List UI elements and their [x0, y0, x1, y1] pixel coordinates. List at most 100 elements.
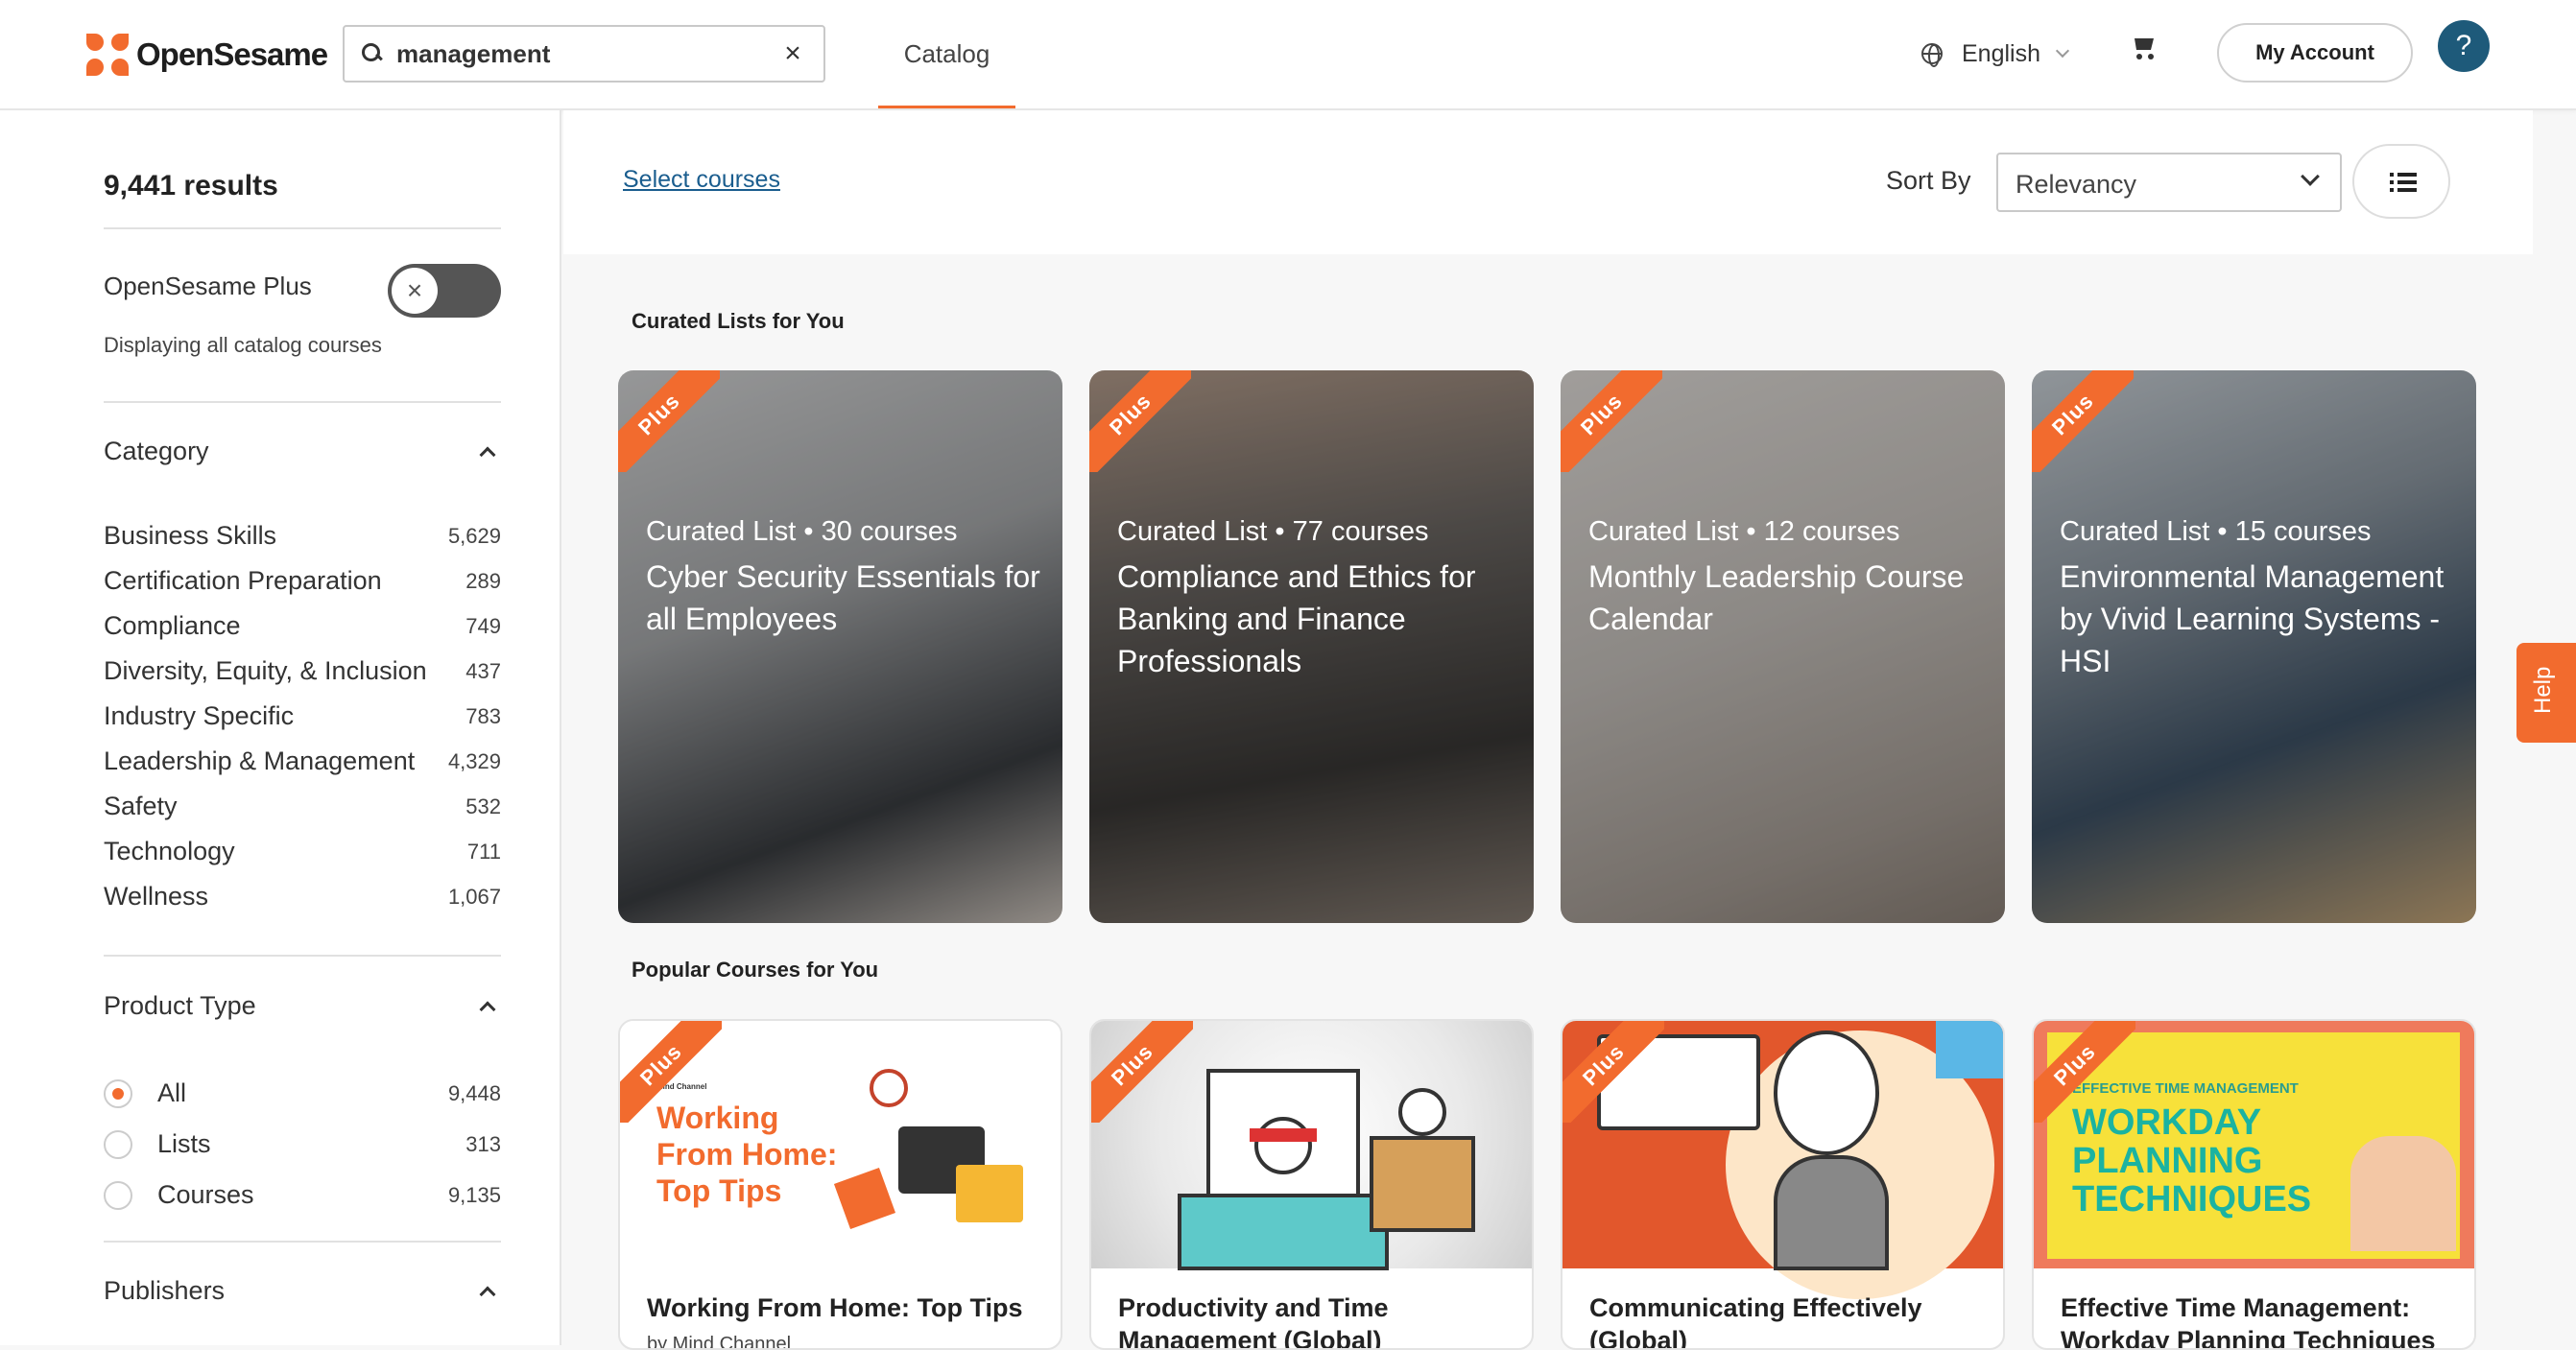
- category-item[interactable]: Business Skills 5,629: [104, 513, 501, 558]
- search-input[interactable]: [396, 38, 761, 69]
- opensesame-logo[interactable]: OpenSesame: [86, 33, 328, 77]
- person-head-icon: [1774, 1030, 1879, 1155]
- publishers-title: Publishers: [104, 1276, 226, 1305]
- radio-label: Lists: [157, 1129, 211, 1158]
- category-count: 5,629: [447, 523, 501, 548]
- radio-button[interactable]: [104, 1129, 132, 1159]
- category-label: Wellness: [104, 882, 209, 911]
- opensesame-plus-label: OpenSesame Plus: [104, 272, 312, 300]
- product-type-option[interactable]: All 9,448: [104, 1068, 501, 1119]
- search-box: ×: [343, 25, 825, 83]
- category-item[interactable]: Leadership & Management 4,329: [104, 739, 501, 784]
- person-body-icon: [1774, 1155, 1889, 1270]
- category-item[interactable]: Technology 711: [104, 829, 501, 874]
- logo-text: OpenSesame: [136, 36, 328, 72]
- select-courses-link[interactable]: Select courses: [623, 166, 780, 194]
- plus-ribbon: Plus: [2034, 1021, 2135, 1123]
- publishers-facet-header[interactable]: Publishers: [104, 1276, 501, 1306]
- course-card[interactable]: Plus Communicating Effectively (Global): [1561, 1019, 2005, 1350]
- category-item[interactable]: Industry Specific 783: [104, 694, 501, 739]
- card-text: Curated List • 15 courses Environmental …: [2060, 516, 2463, 682]
- globe-icon: [1921, 43, 1943, 67]
- plus-ribbon: Plus: [1089, 370, 1191, 472]
- plus-ribbon: Plus: [1562, 1021, 1664, 1123]
- product-type-option[interactable]: Courses 9,135: [104, 1170, 501, 1220]
- mask-icon: [1250, 1128, 1317, 1142]
- plus-ribbon-label: Plus: [1562, 1021, 1664, 1123]
- plus-ribbon-label: Plus: [618, 370, 720, 472]
- category-facet-header[interactable]: Category: [104, 437, 501, 466]
- plus-ribbon-label: Plus: [1561, 370, 1662, 472]
- category-item[interactable]: Compliance 749: [104, 604, 501, 649]
- curated-list-card[interactable]: Plus Curated List • 15 courses Environme…: [2032, 370, 2476, 923]
- category-count: 711: [466, 839, 501, 864]
- card-meta: Curated List • 30 courses: [646, 516, 958, 547]
- course-card[interactable]: Plus Productivity and Time Management (G…: [1089, 1019, 1534, 1350]
- top-header: OpenSesame × Catalog English My Account …: [0, 0, 2576, 110]
- category-label: Compliance: [104, 611, 241, 640]
- plus-status-text: Displaying all catalog courses: [104, 333, 382, 357]
- category-count: 783: [465, 703, 501, 728]
- help-side-tab[interactable]: Help: [2516, 643, 2576, 743]
- category-list: Business Skills 5,629 Certification Prepa…: [104, 513, 501, 919]
- sort-select[interactable]: Relevancy: [1996, 153, 2342, 212]
- category-label: Diversity, Equity, & Inclusion: [104, 656, 427, 685]
- language-label: English: [1962, 39, 2040, 67]
- course-card[interactable]: EFFECTIVE TIME MANAGEMENT WORKDAY PLANNI…: [2032, 1019, 2476, 1350]
- chevron-down-icon: [2055, 43, 2070, 59]
- category-item[interactable]: Wellness 1,067: [104, 874, 501, 919]
- language-selector[interactable]: English: [1921, 35, 2070, 73]
- card-meta: Curated List • 15 courses: [2060, 516, 2372, 547]
- card-text: Curated List • 77 courses Compliance and…: [1117, 516, 1520, 682]
- category-label: Leadership & Management: [104, 746, 416, 775]
- results-toolbar: Select courses Sort By Relevancy: [563, 110, 2533, 254]
- category-item[interactable]: Certification Preparation 289: [104, 558, 501, 604]
- plus-ribbon-label: Plus: [2032, 370, 2134, 472]
- chevron-down-icon: [2301, 167, 2320, 186]
- category-count: 749: [465, 613, 501, 638]
- curated-list-card[interactable]: Plus Curated List • 12 courses Monthly L…: [1561, 370, 2005, 923]
- card-title: Monthly Leadership Course Calendar: [1588, 559, 1965, 636]
- category-count: 1,067: [447, 884, 501, 909]
- search-icon: [362, 43, 383, 64]
- chevron-up-icon: [479, 1001, 496, 1017]
- card-meta: Curated List • 12 courses: [1588, 516, 1900, 547]
- list-icon: [2390, 173, 2417, 192]
- category-label: Technology: [104, 837, 235, 865]
- card-title: Compliance and Ethics for Banking and Fi…: [1117, 559, 1476, 678]
- curated-list-card[interactable]: Plus Curated List • 77 courses Complianc…: [1089, 370, 1534, 923]
- divider: [104, 227, 501, 229]
- radio-button[interactable]: [104, 1078, 132, 1108]
- course-title: Communicating Effectively (Global): [1589, 1293, 1922, 1350]
- list-view-button[interactable]: [2352, 144, 2450, 219]
- course-card[interactable]: Mind Channel Working From Home: Top Tips…: [618, 1019, 1062, 1350]
- product-type-facet-header[interactable]: Product Type: [104, 991, 501, 1021]
- course-publisher: by Mind Channel: [647, 1334, 792, 1350]
- curated-list-card[interactable]: Plus Curated List • 30 courses Cyber Sec…: [618, 370, 1062, 923]
- plus-ribbon-label: Plus: [1091, 1021, 1193, 1123]
- chevron-up-icon: [479, 446, 496, 462]
- results-count: 9,441 results: [104, 170, 278, 201]
- category-item[interactable]: Diversity, Equity, & Inclusion 437: [104, 649, 501, 694]
- plus-ribbon: Plus: [618, 370, 720, 472]
- opensesame-plus-toggle[interactable]: ×: [388, 264, 501, 318]
- popular-section-title: Popular Courses for You: [632, 958, 879, 982]
- product-type-option[interactable]: Lists 313: [104, 1119, 501, 1170]
- help-question-icon[interactable]: ?: [2438, 20, 2490, 72]
- divider: [104, 401, 501, 403]
- clear-search-icon[interactable]: ×: [779, 39, 806, 68]
- card-text: Curated List • 12 courses Monthly Leader…: [1588, 516, 1992, 640]
- category-title: Category: [104, 437, 209, 465]
- plus-ribbon-label: Plus: [620, 1021, 722, 1123]
- radio-count: 313: [465, 1131, 501, 1156]
- my-account-button[interactable]: My Account: [2217, 23, 2413, 83]
- category-item[interactable]: Safety 532: [104, 784, 501, 829]
- sort-value: Relevancy: [2015, 170, 2137, 199]
- person-icon: [1254, 1117, 1312, 1174]
- radio-button[interactable]: [104, 1180, 132, 1210]
- course-title: Effective Time Management: Workday Plann…: [2061, 1293, 2436, 1350]
- cart-icon[interactable]: [2129, 35, 2158, 63]
- category-label: Business Skills: [104, 521, 277, 550]
- close-icon: ×: [392, 268, 438, 314]
- nav-tab-catalog[interactable]: Catalog: [878, 0, 1015, 108]
